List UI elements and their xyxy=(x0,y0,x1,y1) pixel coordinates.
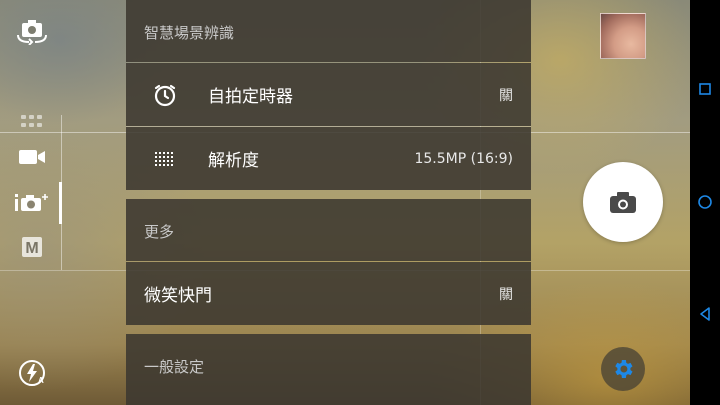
mode-rail: M A xyxy=(0,0,62,405)
home-button[interactable] xyxy=(696,193,714,211)
superior-auto-mode-button[interactable] xyxy=(14,187,50,217)
more-modes-icon xyxy=(21,115,42,127)
manual-mode-icon: M xyxy=(22,237,42,257)
setting-value-smile-shutter: 關 xyxy=(499,286,513,303)
switch-camera-button[interactable] xyxy=(14,16,50,46)
flash-button[interactable]: A xyxy=(14,358,50,388)
self-timer-icon xyxy=(152,82,178,108)
shutter-button[interactable] xyxy=(583,162,663,242)
manual-mode-button[interactable]: M xyxy=(14,232,50,262)
setting-row-resolution[interactable]: 解析度 15.5MP (16:9) xyxy=(126,127,531,190)
active-mode-indicator xyxy=(59,182,62,224)
back-button[interactable] xyxy=(696,305,714,323)
switch-camera-icon xyxy=(17,20,47,45)
settings-button[interactable] xyxy=(601,347,645,391)
camera-icon xyxy=(610,192,636,213)
more-modes-button[interactable] xyxy=(14,107,50,137)
back-icon xyxy=(700,307,710,321)
setting-label-self-timer: 自拍定時器 xyxy=(208,87,293,107)
video-mode-icon xyxy=(19,150,45,164)
section-header-scene-recognition: 智慧場景辨識 xyxy=(126,0,531,62)
video-mode-button[interactable] xyxy=(14,142,50,172)
setting-label-resolution: 解析度 xyxy=(208,151,259,171)
setting-row-smile-shutter[interactable]: 微笑快門 關 xyxy=(126,262,531,325)
system-navigation-bar xyxy=(690,0,720,405)
recents-icon xyxy=(699,83,711,95)
svg-text:A: A xyxy=(38,376,44,385)
section-header-general-settings: 一般設定 xyxy=(126,334,531,405)
setting-row-self-timer[interactable]: 自拍定時器 關 xyxy=(126,63,531,126)
section-header-more: 更多 xyxy=(126,199,531,261)
last-photo-thumbnail[interactable] xyxy=(600,13,646,59)
home-icon xyxy=(698,195,712,209)
svg-text:M: M xyxy=(25,240,38,257)
superior-auto-mode-icon xyxy=(15,194,48,211)
setting-value-self-timer: 關 xyxy=(499,87,513,104)
recents-button[interactable] xyxy=(696,80,714,98)
setting-label-smile-shutter: 微笑快門 xyxy=(144,286,212,306)
resolution-icon xyxy=(152,146,178,172)
setting-value-resolution: 15.5MP (16:9) xyxy=(414,150,513,167)
flash-auto-icon: A xyxy=(19,360,45,386)
gear-icon xyxy=(615,360,633,378)
